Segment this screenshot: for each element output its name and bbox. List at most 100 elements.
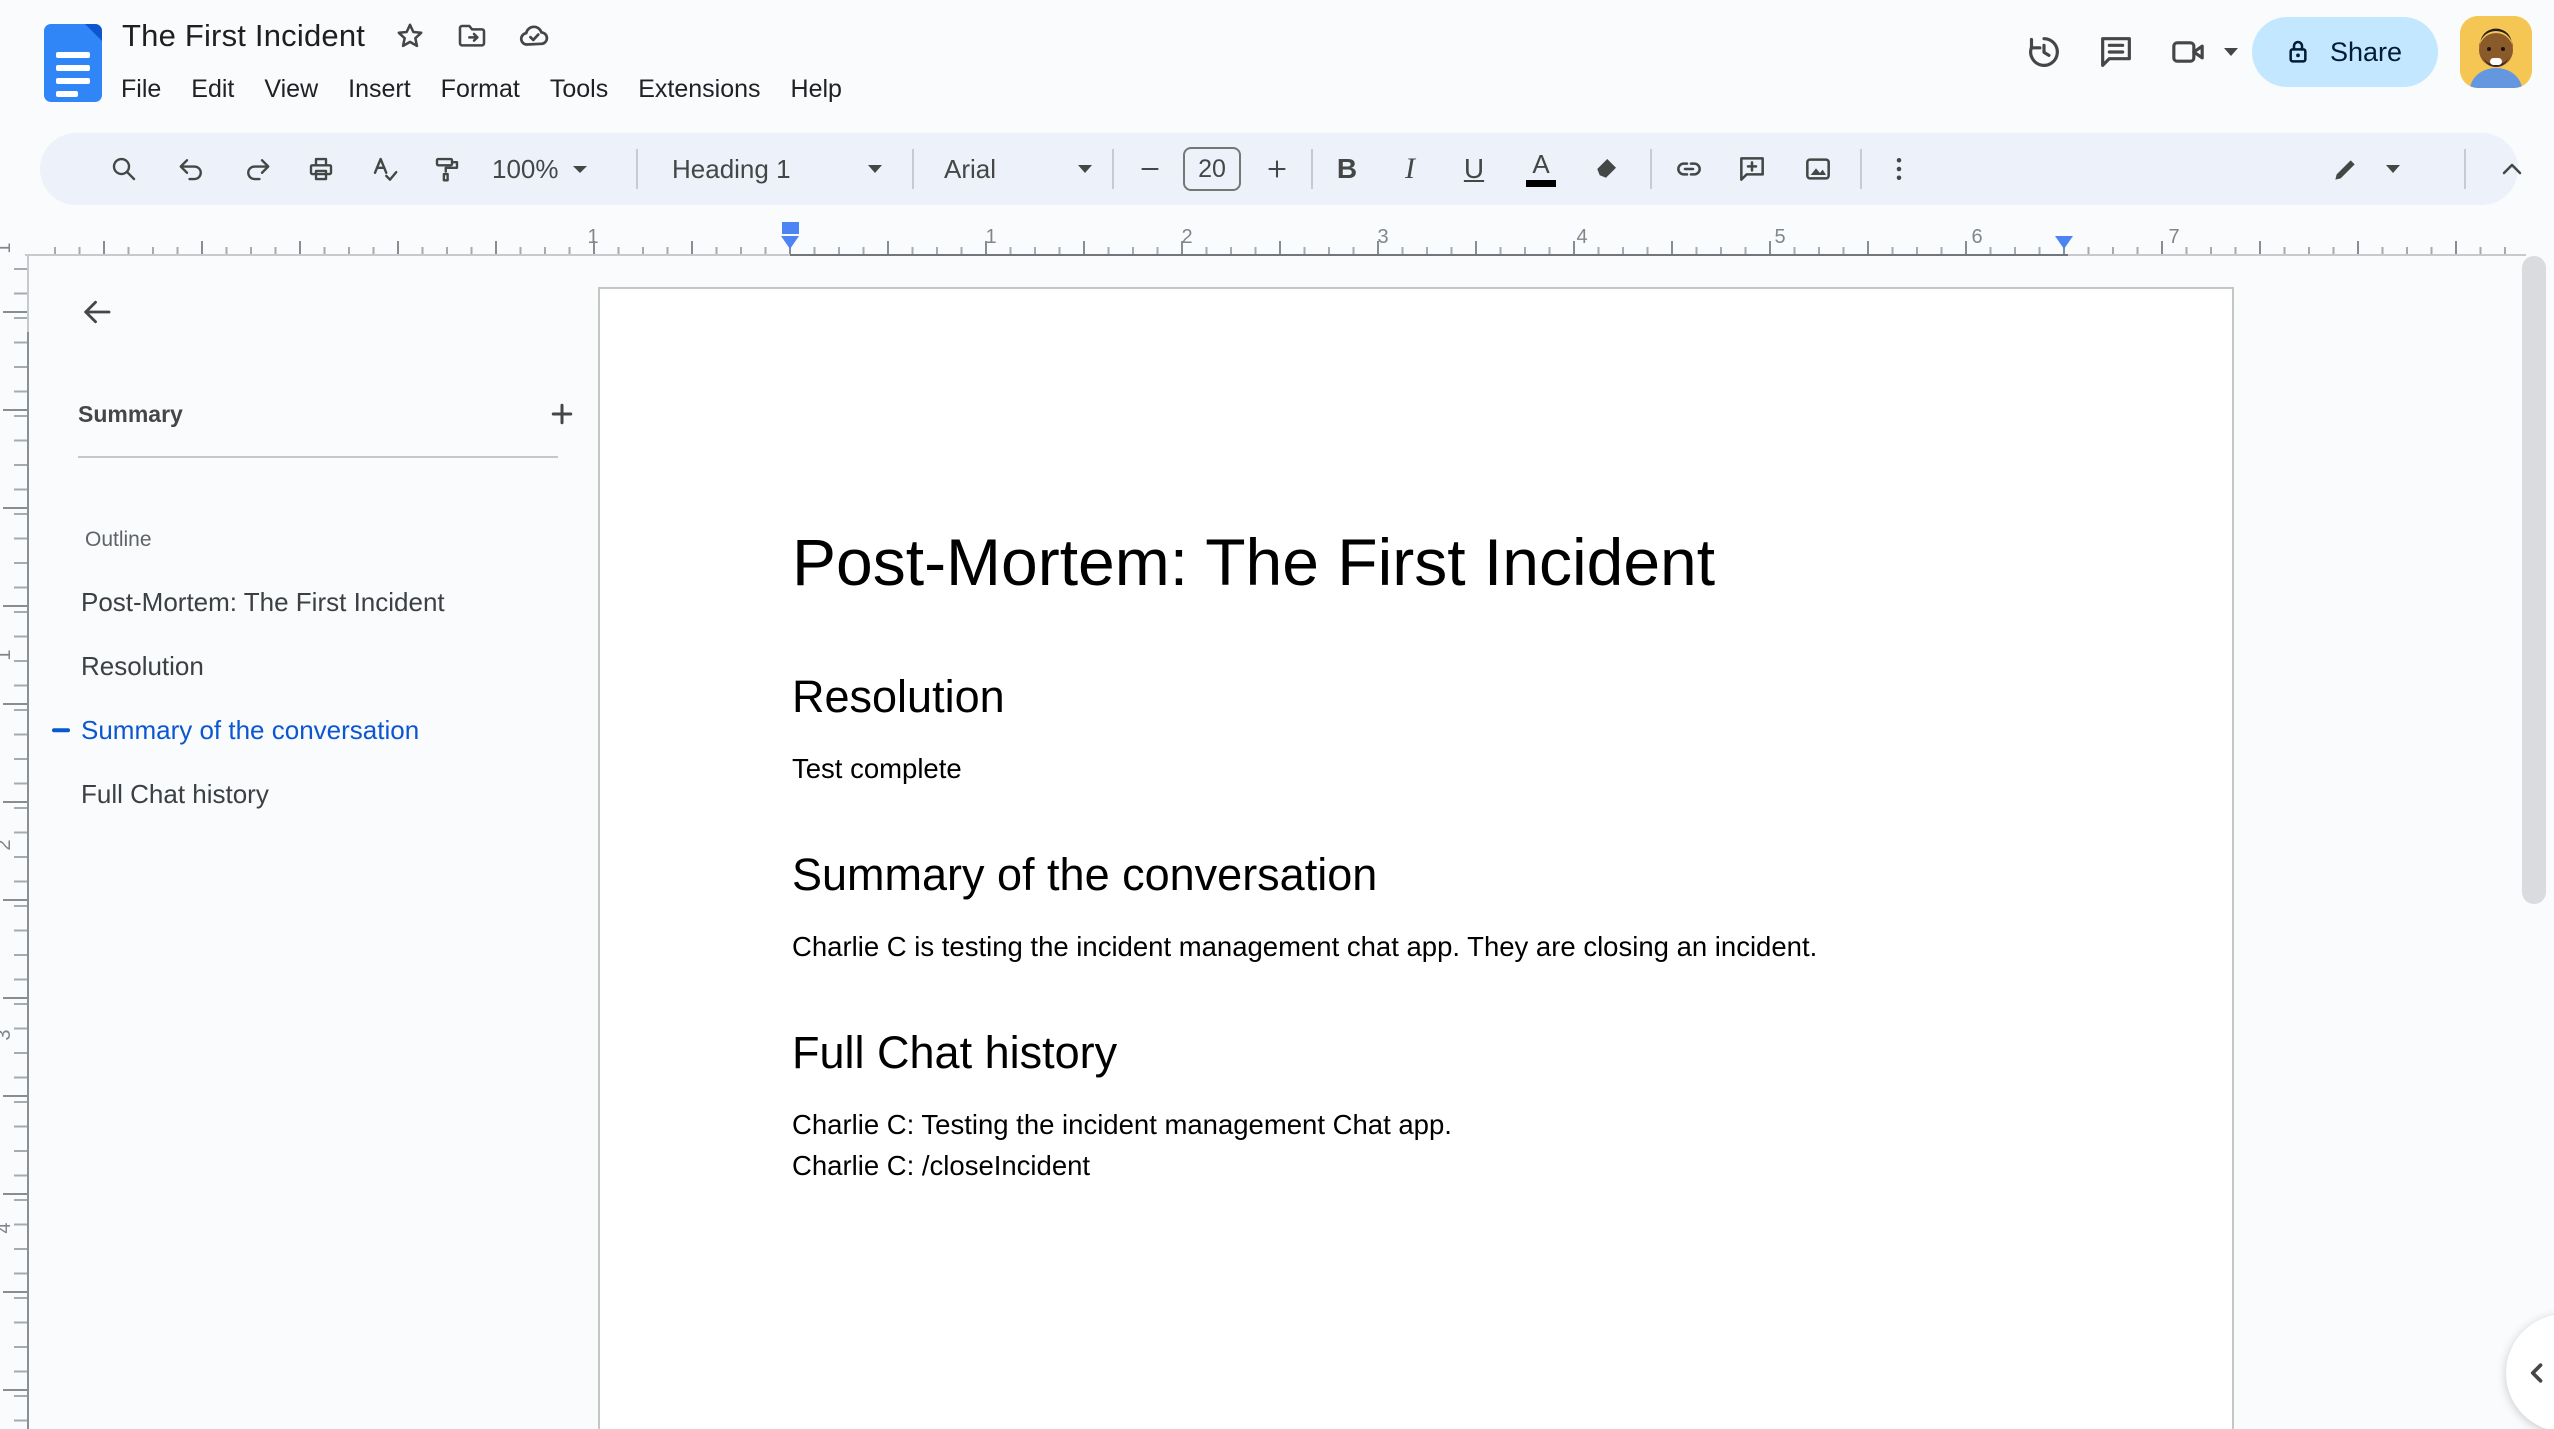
left-indent-marker[interactable] [781,236,799,249]
font-caret-icon [1078,165,1092,173]
print-button[interactable] [295,143,347,195]
h-ruler-number: 1 [587,226,599,248]
v-ruler-number: 2 [0,839,16,850]
move-folder-icon[interactable] [455,19,489,53]
video-call-button[interactable] [2152,16,2224,88]
increase-font-size-button[interactable] [1251,143,1303,195]
doc-heading[interactable]: Summary of the conversation [792,845,2042,905]
first-line-indent-marker[interactable] [782,222,799,234]
comments-button[interactable] [2080,16,2152,88]
close-outline-button[interactable] [65,280,129,344]
outline-item-label: Full Chat history [81,778,269,809]
text-color-button[interactable]: A [1515,143,1567,195]
pencil-icon [2335,160,2355,180]
account-avatar[interactable] [2460,16,2532,88]
insert-image-button[interactable] [1792,143,1844,195]
outline-item[interactable]: Post-Mortem: The First Incident [45,570,585,634]
doc-body[interactable]: Test complete [792,748,2042,789]
paint-format-button[interactable] [421,143,473,195]
right-indent-marker[interactable] [2055,236,2073,249]
chevron-left-icon [2530,1363,2543,1383]
menu-file[interactable]: File [106,68,176,111]
outline-list: Post-Mortem: The First Incident Resolutio… [45,570,585,826]
video-call-caret-icon[interactable] [2223,48,2238,56]
menu-help[interactable]: Help [776,68,857,111]
v-ruler-number: 1 [0,649,16,660]
zoom-caret-icon [572,165,587,173]
menu-extensions[interactable]: Extensions [623,68,775,111]
paragraph-style-value: Heading 1 [672,153,791,184]
google-docs-app: The First Incident File Edit View Insert For… [0,0,2554,1429]
highlight-color-button[interactable] [1580,143,1632,195]
outline-item[interactable]: Full Chat history [45,762,585,826]
more-options-button[interactable] [1873,143,1925,195]
menu-insert[interactable]: Insert [333,68,426,111]
italic-button[interactable]: I [1384,143,1436,195]
v-ruler-number: 3 [0,1029,16,1040]
h-ruler-number: 3 [1377,226,1389,248]
document-page[interactable]: Post-Mortem: The First Incident Resolutio… [598,287,2234,1429]
h-ruler-number: 2 [1181,226,1193,248]
share-button[interactable]: Share [2251,17,2438,87]
doc-heading[interactable]: Full Chat history [792,1023,2042,1083]
menu-bar: File Edit View Insert Format Tools Extensions H… [106,68,857,111]
outline-label: Outline [85,528,152,551]
outline-item[interactable]: Summary of the conversation [45,698,585,762]
style-caret-icon [868,165,882,173]
editing-mode-select[interactable] [2330,143,2400,195]
v-ruler-number: 1 [0,242,16,253]
horizontal-ruler[interactable]: 1 1 2 3 4 5 6 7 [0,220,2554,258]
summary-label: Summary [78,400,183,427]
h-ruler-number: 6 [1971,226,1983,248]
underline-button[interactable]: U [1448,143,1500,195]
menu-view[interactable]: View [249,68,333,111]
mode-caret-icon [2386,165,2400,173]
lock-icon [2289,40,2307,63]
hide-menus-button[interactable] [2486,143,2538,195]
menu-tools[interactable]: Tools [535,68,623,111]
undo-button[interactable] [166,143,218,195]
show-side-panel-button[interactable] [2506,1314,2554,1429]
star-icon[interactable] [393,19,427,53]
docs-logo-fold [85,24,102,41]
outline-item[interactable]: Resolution [45,634,585,698]
zoom-value: 100% [492,153,559,184]
font-select[interactable]: Arial [944,143,1092,195]
document-title[interactable]: The First Incident [122,18,365,54]
cloud-saved-icon[interactable] [517,19,551,53]
zoom-select[interactable]: 100% [492,143,587,195]
vertical-scrollbar[interactable] [2522,256,2546,904]
font-value: Arial [944,153,997,184]
add-comment-button[interactable] [1726,143,1778,195]
doc-title[interactable]: Post-Mortem: The First Incident [792,519,2042,605]
spell-check-button[interactable] [359,143,411,195]
doc-body[interactable]: Charlie C: Testing the incident manageme… [792,1104,2042,1186]
v-ruler-number: 4 [0,1222,16,1233]
active-item-dash [52,728,70,732]
share-button-label: Share [2329,36,2402,67]
h-ruler-number: 7 [2168,226,2180,248]
insert-link-button[interactable] [1663,143,1715,195]
toolbar: 100% Heading 1 Arial 20 B I U A [40,133,2522,205]
bold-button[interactable]: B [1321,143,1373,195]
docs-logo[interactable] [44,24,102,102]
sidebar-divider [78,456,558,458]
decrease-font-size-button[interactable] [1124,143,1176,195]
search-menus-button[interactable] [98,143,150,195]
font-size-input[interactable]: 20 [1183,147,1241,191]
h-ruler-number: 5 [1774,226,1786,248]
vertical-ruler[interactable]: 1 1 2 3 4 [0,242,30,1429]
h-ruler-number: 1 [985,226,997,248]
doc-body[interactable]: Charlie C is testing the incident manage… [792,926,2042,967]
outline-item-label: Post-Mortem: The First Incident [81,586,445,617]
menu-format[interactable]: Format [426,68,535,111]
paragraph-style-select[interactable]: Heading 1 [672,143,882,195]
h-ruler-number: 4 [1576,226,1588,248]
doc-heading[interactable]: Resolution [792,667,2042,727]
version-history-button[interactable] [2008,16,2080,88]
outline-item-label: Resolution [81,650,204,681]
menu-edit[interactable]: Edit [176,68,249,111]
back-arrow-icon [84,300,111,324]
add-summary-button[interactable] [536,388,588,440]
redo-button[interactable] [231,143,283,195]
